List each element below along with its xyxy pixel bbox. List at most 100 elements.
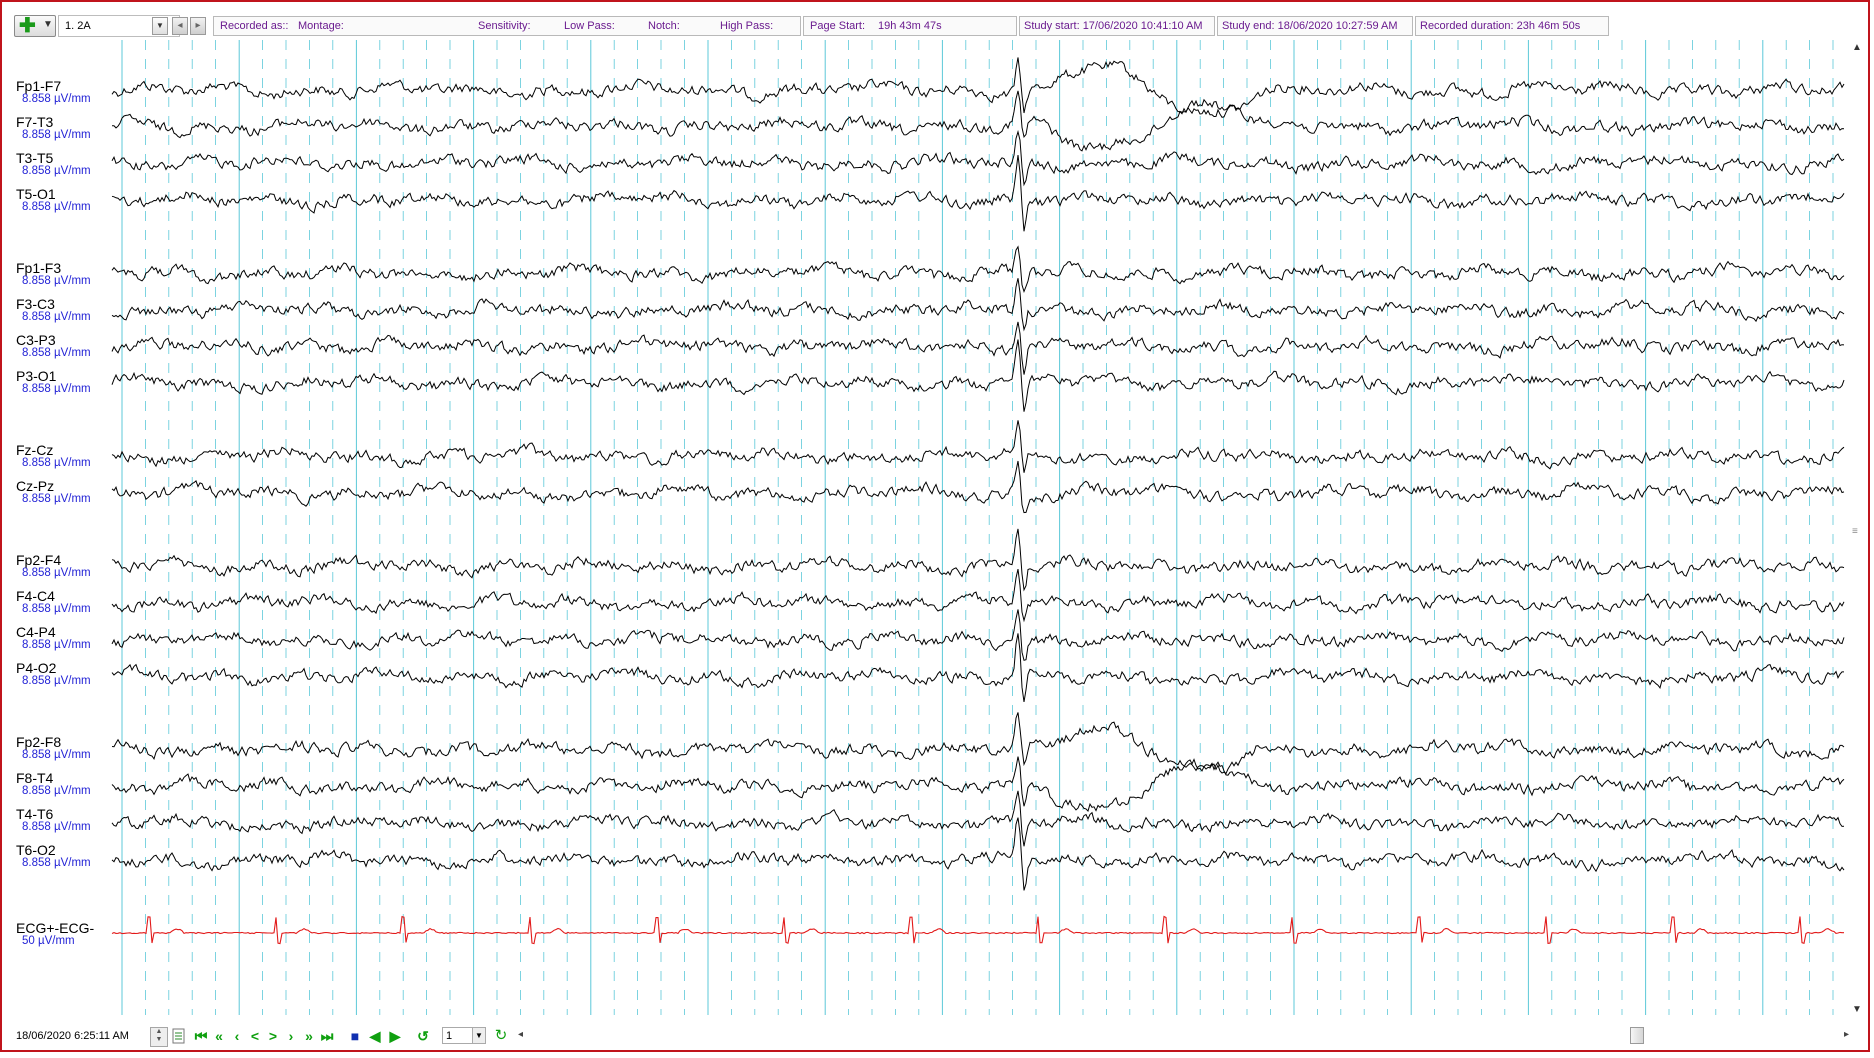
page-number-dropdown[interactable]: ▼	[472, 1027, 486, 1044]
channel-sensitivity: 8.858 µV/mm	[22, 311, 91, 323]
recorded-duration-value: Recorded duration: 23h 46m 50s	[1420, 20, 1581, 32]
trace-t3-t5	[111, 129, 1845, 187]
trace-f8-t4	[111, 756, 1845, 812]
channel-sensitivity: 8.858 µV/mm	[22, 383, 91, 395]
channel-label[interactable]: C4-P4	[16, 624, 56, 640]
channel-label[interactable]: C3-P3	[16, 332, 56, 348]
channel-label[interactable]: P4-O2	[16, 660, 56, 676]
datetime-field[interactable]: 18/06/2020 6:25:11 AM	[16, 1026, 134, 1046]
rewind-icon[interactable]: «	[210, 1027, 228, 1045]
last-icon[interactable]: ⏭	[318, 1027, 336, 1045]
trace-fp1-f3	[111, 245, 1845, 294]
montage-prev-button[interactable]: ◂	[172, 17, 188, 35]
channel-label[interactable]: T3-T5	[16, 150, 53, 166]
channel-sensitivity: 50 µV/mm	[22, 935, 75, 947]
channel-sensitivity: 8.858 µV/mm	[22, 749, 91, 761]
channel-sensitivity: 8.858 µV/mm	[22, 93, 91, 105]
trace-f4-c4	[111, 568, 1845, 623]
vertical-scrollbar[interactable]: ▲ ≡ ▼	[1848, 40, 1866, 1018]
montage-next-button[interactable]: ▸	[190, 17, 206, 35]
trace-f7-t3	[112, 90, 1845, 152]
channel-label[interactable]: ECG+-ECG-	[16, 920, 94, 936]
montage-value: 1. 2A	[65, 20, 91, 32]
recording-info-panel: Recorded as:: Montage: Sensitivity: Low …	[213, 16, 801, 36]
play-icon[interactable]: ▶	[386, 1027, 404, 1045]
sensitivity-label: Sensitivity:	[478, 20, 531, 32]
channel-label[interactable]: Fp2-F4	[16, 552, 61, 568]
high-pass-label: High Pass:	[720, 20, 774, 32]
page-start-label: Page Start:	[810, 20, 866, 32]
channel-label[interactable]: Cz-Pz	[16, 478, 54, 494]
trace-t6-o2	[111, 817, 1845, 891]
chevron-down-icon: ▼	[43, 19, 53, 30]
recorded-duration-panel: Recorded duration: 23h 46m 50s	[1415, 16, 1609, 36]
trace-ecg-ecg-	[111, 915, 1844, 945]
channel-label[interactable]: T6-O2	[16, 842, 56, 858]
montage-label: Montage:	[298, 20, 344, 32]
prev-page-icon[interactable]: ‹	[228, 1027, 246, 1045]
channel-sensitivity: 8.858 µV/mm	[22, 457, 91, 469]
channel-label[interactable]: Fp1-F3	[16, 260, 61, 276]
trace-t4-t6	[111, 790, 1845, 847]
scroll-down-icon[interactable]: ▼	[1852, 1004, 1862, 1015]
play-back-icon[interactable]: ◀	[366, 1027, 384, 1045]
scroll-grip-icon[interactable]: ≡	[1852, 526, 1858, 537]
page-start-panel: Page Start: 19h 43m 47s	[803, 16, 1017, 36]
channel-label[interactable]: T5-O1	[16, 186, 56, 202]
next-icon[interactable]: >	[264, 1027, 282, 1045]
scroll-right-icon[interactable]: ▸	[1844, 1029, 1849, 1040]
study-start-value: Study start: 17/06/2020 10:41:10 AM	[1024, 20, 1203, 32]
trace-fp2-f8	[111, 712, 1845, 775]
undo-icon[interactable]: ↺	[414, 1027, 432, 1045]
page-number-input[interactable]: 1	[442, 1027, 474, 1044]
stop-icon[interactable]: ■	[346, 1027, 364, 1045]
add-montage-button[interactable]: ✚ ▼	[14, 15, 56, 37]
channel-sensitivity: 8.858 µV/mm	[22, 603, 91, 615]
channel-label[interactable]: F7-T3	[16, 114, 53, 130]
study-start-panel: Study start: 17/06/2020 10:41:10 AM	[1019, 16, 1215, 36]
channel-sensitivity: 8.858 µV/mm	[22, 639, 91, 651]
scroll-left-icon[interactable]: ◂	[518, 1029, 523, 1040]
trace-p3-o1	[111, 339, 1845, 412]
channel-label[interactable]: F3-C3	[16, 296, 55, 312]
trace-c3-p3	[111, 321, 1845, 375]
bottom-toolbar: 18/06/2020 6:25:11 AM ▲ ▼ ⏮ « ‹ < > › » ⏭…	[10, 1024, 1868, 1048]
channel-label[interactable]: Fp2-F8	[16, 734, 61, 750]
horizontal-scrollbar[interactable]	[532, 1027, 1842, 1045]
channel-sensitivity: 8.858 µV/mm	[22, 821, 91, 833]
channel-label[interactable]: T4-T6	[16, 806, 53, 822]
eeg-traces-canvas	[111, 40, 1845, 1015]
channel-label[interactable]: Fz-Cz	[16, 442, 53, 458]
trace-c4-p4	[111, 609, 1845, 661]
trace-fp2-f4	[111, 528, 1845, 592]
channel-label[interactable]: F8-T4	[16, 770, 53, 786]
channel-sensitivity: 8.858 µV/mm	[22, 493, 91, 505]
prev-icon[interactable]: <	[246, 1027, 264, 1045]
channel-sensitivity: 8.858 µV/mm	[22, 347, 91, 359]
horizontal-scroll-thumb[interactable]	[1630, 1027, 1644, 1044]
channel-label[interactable]: Fp1-F7	[16, 78, 61, 94]
refresh-icon[interactable]: ↻	[492, 1027, 510, 1045]
study-end-panel: Study end: 18/06/2020 10:27:59 AM	[1217, 16, 1413, 36]
channel-sensitivity: 8.858 µV/mm	[22, 275, 91, 287]
trace-fz-cz	[111, 420, 1845, 473]
first-icon[interactable]: ⏮	[192, 1027, 210, 1045]
fast-forward-icon[interactable]: »	[300, 1027, 318, 1045]
trace-cz-pz	[111, 460, 1845, 514]
channel-sensitivity: 8.858 µV/mm	[22, 785, 91, 797]
scroll-up-icon[interactable]: ▲	[1852, 42, 1862, 53]
channel-sensitivity: 8.858 µV/mm	[22, 129, 91, 141]
study-end-value: Study end: 18/06/2020 10:27:59 AM	[1222, 20, 1398, 32]
montage-dropdown-button[interactable]: ▼	[152, 17, 168, 35]
datetime-spinner[interactable]: ▲ ▼	[150, 1027, 168, 1047]
channel-label[interactable]: P3-O1	[16, 368, 56, 384]
channel-sensitivity: 8.858 µV/mm	[22, 675, 91, 687]
eeg-trace-area[interactable]: Fp1-F7 8.858 µV/mm F7-T3 8.858 µV/mm T3-T5 8.…	[2, 40, 1868, 1018]
document-icon[interactable]	[170, 1027, 188, 1045]
page-start-value: 19h 43m 47s	[878, 20, 942, 32]
channel-label[interactable]: F4-C4	[16, 588, 55, 604]
top-toolbar: ✚ ▼ 1. 2A ▼ ◂ ▸ Recorded as:: Montage: S…	[10, 15, 1868, 39]
channel-sensitivity: 8.858 µV/mm	[22, 165, 91, 177]
next-page-icon[interactable]: ›	[282, 1027, 300, 1045]
notch-label: Notch:	[648, 20, 680, 32]
